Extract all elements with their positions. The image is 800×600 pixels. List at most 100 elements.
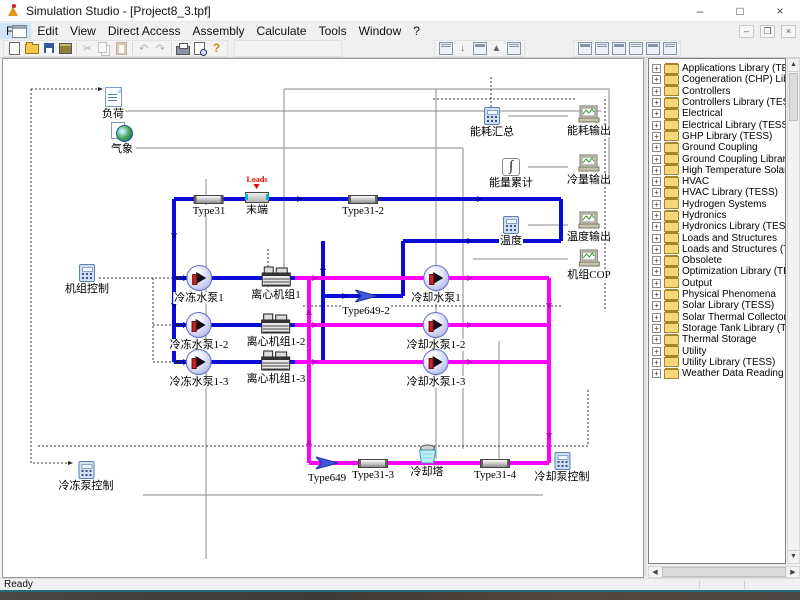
- palette-item[interactable]: + Electrical: [649, 108, 785, 119]
- component-chw-pump-control[interactable]: 冷冻泵控制: [58, 461, 115, 492]
- expand-icon[interactable]: +: [652, 155, 661, 164]
- component-weather[interactable]: 气象: [110, 122, 134, 155]
- new-window-icon[interactable]: [644, 41, 661, 56]
- copy-icon[interactable]: [96, 41, 113, 56]
- component-cooling-tower[interactable]: 冷却塔: [410, 444, 445, 478]
- expand-icon[interactable]: +: [652, 301, 661, 310]
- expand-icon[interactable]: +: [652, 256, 661, 265]
- component-cw-pump-1[interactable]: 冷却水泵1: [410, 265, 462, 304]
- expand-icon[interactable]: +: [652, 369, 661, 378]
- palette-item[interactable]: + Weather Data Reading and Process: [649, 368, 785, 379]
- table-view-icon[interactable]: [471, 41, 488, 56]
- menu-item[interactable]: Assembly: [187, 23, 251, 39]
- scrollbar-thumb[interactable]: [662, 567, 786, 577]
- print-icon[interactable]: [174, 41, 191, 56]
- child-close-button[interactable]: ×: [781, 25, 796, 38]
- scroll-right-icon[interactable]: ▶: [787, 568, 799, 576]
- expand-icon[interactable]: +: [652, 245, 661, 254]
- paste-icon[interactable]: [113, 41, 130, 56]
- menu-item[interactable]: Tools: [313, 23, 353, 39]
- palette-item[interactable]: + Thermal Storage: [649, 334, 785, 345]
- component-load-reader[interactable]: 负荷: [101, 87, 125, 120]
- expand-icon[interactable]: +: [652, 358, 661, 367]
- expand-icon[interactable]: +: [652, 98, 661, 107]
- link-tool-icon[interactable]: [437, 41, 454, 56]
- scroll-up-icon[interactable]: ▲: [788, 59, 799, 72]
- menu-item[interactable]: View: [64, 23, 102, 39]
- print-preview-icon[interactable]: [191, 41, 208, 56]
- component-chiller-3[interactable]: 离心机组1-3: [246, 350, 307, 385]
- menu-item[interactable]: Calculate: [251, 23, 313, 39]
- expand-icon[interactable]: +: [652, 75, 661, 84]
- open-folder-icon[interactable]: [23, 41, 40, 56]
- component-energy-integrator[interactable]: ∫ 能量累计: [488, 158, 534, 189]
- palette-item[interactable]: + Utility: [649, 345, 785, 356]
- component-chw-pump-2[interactable]: 冷冻水泵1-2: [169, 312, 230, 351]
- tile-horizontal-icon[interactable]: [593, 41, 610, 56]
- expand-icon[interactable]: +: [652, 143, 661, 152]
- child-minimize-button[interactable]: –: [739, 25, 754, 38]
- component-cw-pump-2[interactable]: 冷却水泵1-2: [406, 312, 467, 351]
- palette-item[interactable]: + GHP Library (TESS): [649, 131, 785, 142]
- expand-icon[interactable]: +: [652, 335, 661, 344]
- palette-item[interactable]: + Hydronics: [649, 210, 785, 221]
- palette-item[interactable]: + HVAC: [649, 176, 785, 187]
- component-cop-output[interactable]: 机组COP: [566, 249, 611, 281]
- component-temperature-calc[interactable]: 温度: [499, 216, 523, 247]
- palette-item[interactable]: + High Temperature Solar (TESS): [649, 165, 785, 176]
- redo-icon[interactable]: ↷: [152, 41, 169, 56]
- palette-item[interactable]: + HVAC Library (TESS): [649, 187, 785, 198]
- expand-icon[interactable]: +: [652, 132, 661, 141]
- expand-icon[interactable]: +: [652, 222, 661, 231]
- expand-icon[interactable]: +: [652, 87, 661, 96]
- save-project-icon[interactable]: [57, 41, 74, 56]
- expand-icon[interactable]: +: [652, 64, 661, 73]
- palette-item[interactable]: + Optimization Library (TESS): [649, 266, 785, 277]
- component-energy-output[interactable]: 能耗输出: [566, 105, 612, 137]
- component-chw-pump-3[interactable]: 冷冻水泵1-3: [169, 349, 230, 388]
- component-pipe-type31[interactable]: Type31: [192, 195, 227, 217]
- expand-icon[interactable]: +: [652, 166, 661, 175]
- palette-item[interactable]: + Electrical Library (TESS): [649, 119, 785, 130]
- child-window-icon[interactable]: [12, 25, 27, 38]
- palette-vertical-scrollbar[interactable]: ▲ ▼: [787, 58, 800, 564]
- expand-icon[interactable]: +: [652, 200, 661, 209]
- component-diverter-649-2[interactable]: Type649-2: [341, 288, 391, 317]
- component-pipe-type31-3[interactable]: Type31-3: [351, 459, 395, 481]
- component-terminal[interactable]: Loads 末端: [245, 192, 269, 216]
- component-chw-pump-1[interactable]: 冷冻水泵1: [173, 265, 225, 304]
- palette-item[interactable]: + Loads and Structures: [649, 232, 785, 243]
- plot-icon[interactable]: [505, 41, 522, 56]
- expand-icon[interactable]: +: [652, 234, 661, 243]
- palette-item[interactable]: + Hydrogen Systems: [649, 199, 785, 210]
- component-unit-control[interactable]: 机组控制: [64, 264, 110, 295]
- palette-item[interactable]: + Output: [649, 278, 785, 289]
- expand-icon[interactable]: +: [652, 177, 661, 186]
- palette-item[interactable]: + Utility Library (TESS): [649, 357, 785, 368]
- minimize-button[interactable]: –: [680, 0, 720, 22]
- palette-item[interactable]: + Storage Tank Library (TESS): [649, 323, 785, 334]
- cascade-windows-icon[interactable]: [576, 41, 593, 56]
- new-document-icon[interactable]: [6, 41, 23, 56]
- cut-icon[interactable]: ✂: [79, 41, 96, 56]
- expand-icon[interactable]: +: [652, 313, 661, 322]
- component-icon[interactable]: ▲: [488, 41, 505, 56]
- expand-icon[interactable]: +: [652, 188, 661, 197]
- menu-item[interactable]: Window: [353, 23, 408, 39]
- palette-item[interactable]: + Obsolete: [649, 255, 785, 266]
- expand-icon[interactable]: +: [652, 347, 661, 356]
- palette-item[interactable]: + Ground Coupling Library (TESS): [649, 153, 785, 164]
- component-energy-summary[interactable]: 能耗汇总: [469, 107, 515, 138]
- component-pipe-type31-4[interactable]: Type31-4: [473, 459, 517, 481]
- palette-item[interactable]: + Cogeneration (CHP) Library (TESS): [649, 74, 785, 85]
- palette-item[interactable]: + Physical Phenomena: [649, 289, 785, 300]
- component-temperature-output[interactable]: 温度输出: [566, 211, 612, 243]
- component-chiller-2[interactable]: 离心机组1-2: [246, 313, 307, 348]
- close-button[interactable]: ×: [760, 0, 800, 22]
- tile-vertical-icon[interactable]: [610, 41, 627, 56]
- expand-icon[interactable]: +: [652, 290, 661, 299]
- palette-item[interactable]: + Solar Thermal Collectors: [649, 312, 785, 323]
- maximize-button[interactable]: □: [720, 0, 760, 22]
- expand-icon[interactable]: +: [652, 324, 661, 333]
- palette-item[interactable]: + Controllers Library (TESS): [649, 97, 785, 108]
